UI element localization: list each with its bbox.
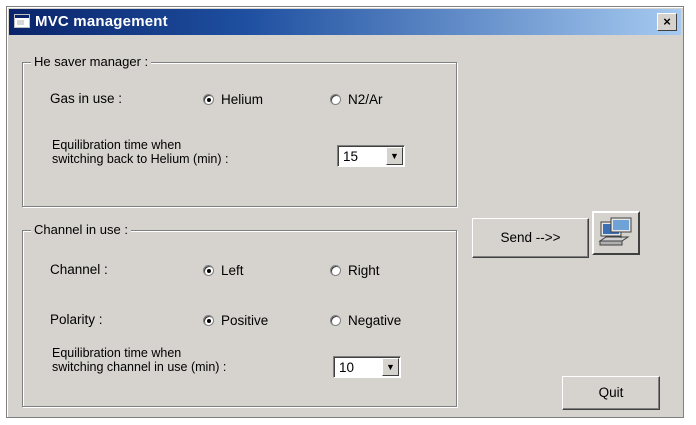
send-button[interactable]: Send -->>: [472, 218, 589, 258]
network-computers-icon: [598, 217, 632, 246]
radio-negative-label: Negative: [348, 313, 402, 328]
ch-equil-label-line1: Equilibration time when: [52, 346, 182, 360]
chevron-down-icon[interactable]: ▼: [382, 358, 399, 376]
ch-equil-time-value: 10: [339, 360, 355, 375]
window-title: MVC management: [35, 13, 168, 30]
he-equil-time-value: 15: [343, 149, 359, 164]
radio-negative-dot[interactable]: [330, 315, 341, 326]
quit-button[interactable]: Quit: [562, 376, 660, 410]
he-equil-time-select[interactable]: 15 ▼: [337, 145, 405, 167]
chevron-down-icon[interactable]: ▼: [386, 147, 403, 165]
radio-helium-dot[interactable]: [203, 94, 214, 105]
he-saver-legend: He saver manager :: [31, 54, 152, 69]
he-saver-group: He saver manager :: [22, 54, 457, 207]
radio-n2ar-dot[interactable]: [330, 94, 341, 105]
radio-negative[interactable]: Negative: [330, 313, 401, 328]
radio-left-dot[interactable]: [203, 265, 214, 276]
radio-helium[interactable]: Helium: [203, 92, 263, 107]
he-equil-label-line2: switching back to Helium (min) :: [52, 152, 229, 166]
radio-right-label: Right: [348, 263, 380, 278]
app-window-icon: [14, 14, 30, 28]
radio-left[interactable]: Left: [203, 263, 244, 278]
channel-label: Channel :: [50, 262, 108, 277]
gas-in-use-label: Gas in use :: [50, 91, 123, 106]
network-button[interactable]: [592, 211, 640, 255]
close-button[interactable]: ×: [657, 13, 677, 31]
radio-n2ar[interactable]: N2/Ar: [330, 92, 383, 107]
radio-positive[interactable]: Positive: [203, 313, 268, 328]
ch-equil-time-select[interactable]: 10 ▼: [333, 356, 401, 378]
channel-legend: Channel in use :: [31, 222, 131, 237]
radio-helium-label: Helium: [221, 92, 264, 107]
ch-equil-label-line2: switching channel in use (min) :: [52, 360, 227, 374]
radio-right-dot[interactable]: [330, 265, 341, 276]
radio-n2ar-label: N2/Ar: [348, 92, 383, 107]
radio-right[interactable]: Right: [330, 263, 380, 278]
radio-left-label: Left: [221, 263, 244, 278]
he-equil-label-line1: Equilibration time when: [52, 138, 182, 152]
radio-positive-dot[interactable]: [203, 315, 214, 326]
polarity-label: Polarity :: [50, 312, 103, 327]
radio-positive-label: Positive: [221, 313, 269, 328]
title-bar[interactable]: MVC management ×: [9, 9, 681, 35]
